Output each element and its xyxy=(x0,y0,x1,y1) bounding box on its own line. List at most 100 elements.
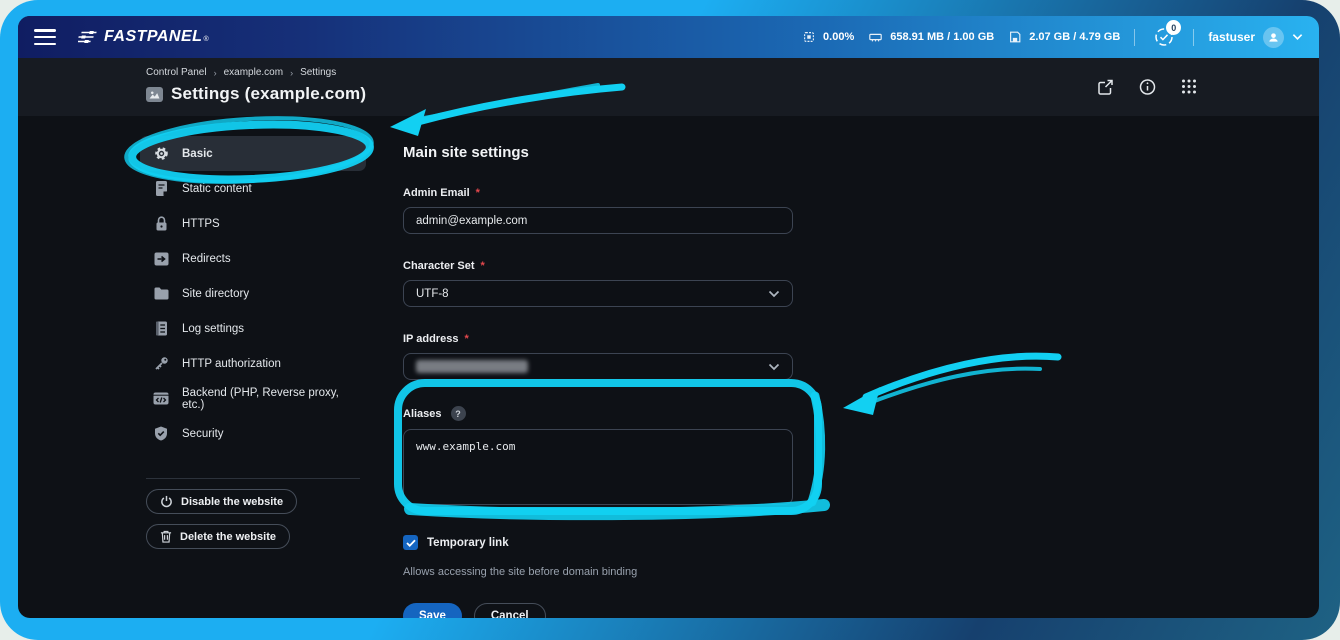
form-title: Main site settings xyxy=(403,144,793,161)
sidebar-item-label: Site directory xyxy=(182,288,249,300)
sidebar-item-security[interactable]: Security xyxy=(140,416,366,451)
breadcrumb-domain[interactable]: example.com xyxy=(224,67,283,78)
equalizer-icon xyxy=(78,30,98,44)
sidebar-item-site-directory[interactable]: Site directory xyxy=(140,276,366,311)
form-actions: Save Cancel xyxy=(403,603,793,618)
breadcrumb-separator: › xyxy=(290,68,293,78)
grid-icon[interactable] xyxy=(1181,79,1197,96)
document-icon xyxy=(153,181,169,196)
aliases-label: Aliases ? xyxy=(403,406,793,421)
disk-value: 2.07 GB / 4.79 GB xyxy=(1029,31,1120,43)
window-frame: FASTPANEL ® 0.00% xyxy=(0,0,1340,640)
ip-label: IP address* xyxy=(403,333,793,345)
username: fastuser xyxy=(1208,30,1255,44)
help-icon[interactable]: ? xyxy=(451,406,466,421)
admin-email-label: Admin Email* xyxy=(403,187,793,199)
sidebar-item-log-settings[interactable]: Log settings xyxy=(140,311,366,346)
cpu-usage: 0.00% xyxy=(802,30,854,44)
ip-select[interactable] xyxy=(403,353,793,380)
sidebar-item-label: Backend (PHP, Reverse proxy, etc.) xyxy=(182,387,353,411)
header-actions xyxy=(1097,79,1197,96)
shield-check-icon xyxy=(153,426,169,441)
sidebar-item-http-authorization[interactable]: HTTP authorization xyxy=(140,346,366,381)
sidebar-item-label: Basic xyxy=(182,148,213,160)
breadcrumb-control-panel[interactable]: Control Panel xyxy=(146,67,207,78)
lock-icon xyxy=(153,216,169,231)
logo-text: FASTPANEL xyxy=(104,28,202,46)
trash-icon xyxy=(160,530,172,543)
disable-website-label: Disable the website xyxy=(181,496,283,508)
breadcrumb-separator: › xyxy=(214,68,217,78)
topbar-divider xyxy=(1193,29,1194,46)
info-icon[interactable] xyxy=(1139,79,1156,96)
checkbox-checked-icon[interactable] xyxy=(403,535,418,550)
sidebar-item-backend[interactable]: Backend (PHP, Reverse proxy, etc.) xyxy=(140,381,366,416)
power-icon xyxy=(160,495,173,508)
sidebar-item-label: Redirects xyxy=(182,253,231,265)
hamburger-menu-icon[interactable] xyxy=(34,29,56,45)
chevron-down-icon xyxy=(768,363,780,371)
chevron-down-icon xyxy=(768,290,780,298)
image-icon xyxy=(146,87,163,102)
logo-registered-mark: ® xyxy=(203,36,208,43)
sidebar-item-redirects[interactable]: Redirects xyxy=(140,241,366,276)
redirect-arrow-icon xyxy=(153,252,169,266)
charset-field-group: Character Set* UTF-8 xyxy=(403,260,793,307)
sidebar-item-label: Security xyxy=(182,428,224,440)
code-icon xyxy=(153,392,169,405)
breadcrumb-settings[interactable]: Settings xyxy=(300,67,336,78)
log-list-icon xyxy=(153,321,169,336)
settings-sidebar: Basic Static content xyxy=(140,116,366,618)
disk-icon xyxy=(1008,30,1022,44)
sidebar-item-label: HTTPS xyxy=(182,218,220,230)
temporary-link-checkbox-row[interactable]: Temporary link xyxy=(403,535,793,550)
temporary-link-label: Temporary link xyxy=(427,537,509,549)
sidebar-item-label: Static content xyxy=(182,183,252,195)
ip-field-group: IP address* xyxy=(403,333,793,380)
required-asterisk: * xyxy=(481,260,485,272)
save-button[interactable]: Save xyxy=(403,603,462,618)
main-site-settings-form: Main site settings Admin Email* Characte… xyxy=(403,116,793,618)
delete-website-label: Delete the website xyxy=(180,531,276,543)
gear-icon xyxy=(153,146,169,161)
sidebar-item-basic[interactable]: Basic xyxy=(140,136,366,171)
cancel-button[interactable]: Cancel xyxy=(474,603,546,618)
notifications-button[interactable]: 0 xyxy=(1149,23,1179,51)
key-icon xyxy=(153,356,169,371)
required-asterisk: * xyxy=(476,187,480,199)
delete-website-button[interactable]: Delete the website xyxy=(146,524,290,549)
folder-icon xyxy=(153,287,169,300)
ram-icon xyxy=(868,30,883,44)
content: Basic Static content xyxy=(18,116,1319,618)
ram-usage: 658.91 MB / 1.00 GB xyxy=(868,30,994,44)
charset-selected-value: UTF-8 xyxy=(416,288,449,300)
sidebar-item-label: HTTP authorization xyxy=(182,358,281,370)
fastpanel-logo[interactable]: FASTPANEL ® xyxy=(78,28,209,46)
app-window: FASTPANEL ® 0.00% xyxy=(18,16,1319,618)
redacted-ip-value xyxy=(416,360,528,373)
aliases-field-group: Aliases ? www.example.com xyxy=(403,406,793,510)
page-title: Settings (example.com) xyxy=(171,84,366,104)
breadcrumb: Control Panel › example.com › Settings xyxy=(146,67,1319,78)
sidebar-item-https[interactable]: HTTPS xyxy=(140,206,366,241)
cpu-value: 0.00% xyxy=(823,31,854,43)
sidebar-item-static-content[interactable]: Static content xyxy=(140,171,366,206)
disable-website-button[interactable]: Disable the website xyxy=(146,489,297,514)
temporary-link-hint: Allows accessing the site before domain … xyxy=(403,566,793,578)
screenshot-canvas: FASTPANEL ® 0.00% xyxy=(0,0,1340,640)
topbar: FASTPANEL ® 0.00% xyxy=(18,16,1319,58)
admin-email-field-group: Admin Email* xyxy=(403,187,793,234)
sidebar-item-label: Log settings xyxy=(182,323,244,335)
aliases-textarea[interactable]: www.example.com xyxy=(403,429,793,505)
admin-email-input[interactable] xyxy=(403,207,793,234)
user-menu[interactable]: fastuser xyxy=(1208,27,1303,48)
chevron-down-icon xyxy=(1292,33,1303,41)
charset-select[interactable]: UTF-8 xyxy=(403,280,793,307)
notification-badge: 0 xyxy=(1166,20,1181,35)
disk-usage: 2.07 GB / 4.79 GB xyxy=(1008,30,1120,44)
external-link-icon[interactable] xyxy=(1097,79,1114,96)
avatar-icon xyxy=(1263,27,1284,48)
topbar-right: 0.00% 658.91 MB / 1.00 GB xyxy=(802,23,1303,51)
required-asterisk: * xyxy=(464,333,468,345)
topbar-divider xyxy=(1134,29,1135,46)
